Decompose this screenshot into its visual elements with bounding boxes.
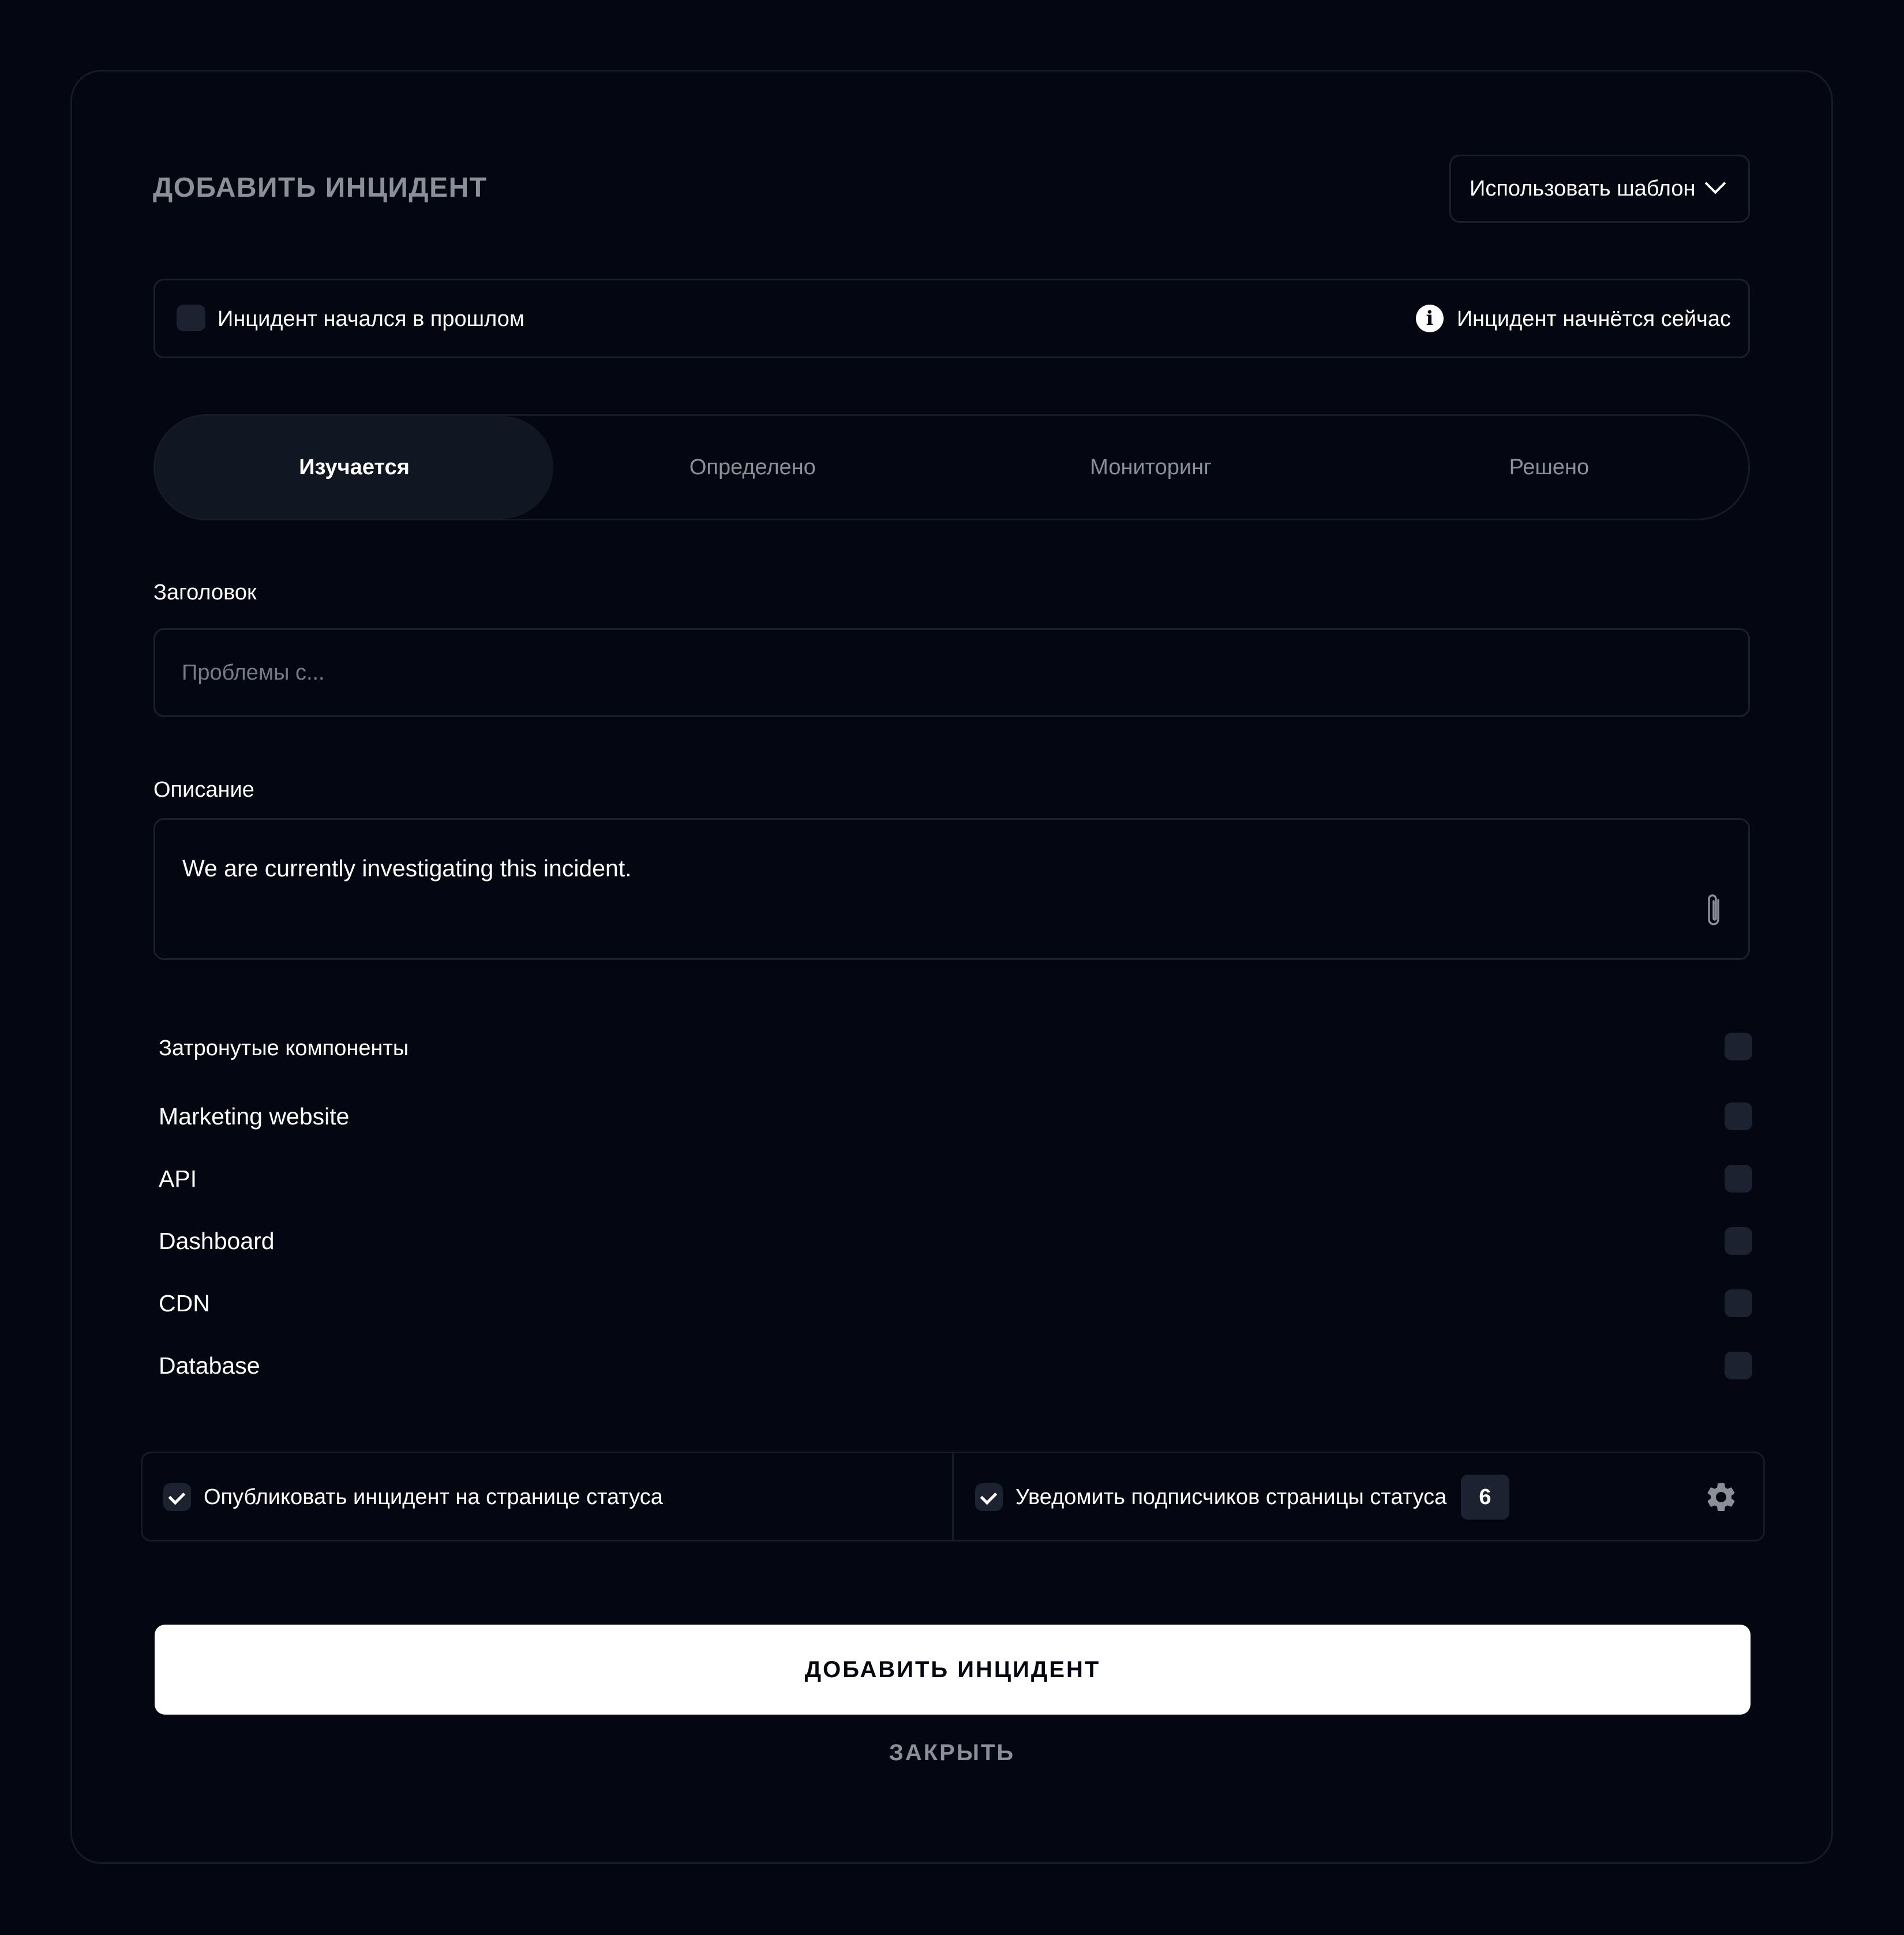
publish-on-status-page-checkbox[interactable]	[163, 1483, 191, 1511]
component-label: API	[159, 1165, 197, 1192]
component-label: Marketing website	[159, 1103, 350, 1130]
incident-started-in-past-label: Инцидент начался в прошлом	[218, 307, 524, 331]
tab-identified[interactable]: Определено	[553, 416, 951, 519]
description-text: We are currently investigating this inci…	[182, 855, 632, 882]
tab-monitoring[interactable]: Мониторинг	[952, 416, 1350, 519]
component-toggle[interactable]	[1725, 1289, 1752, 1317]
component-label: Dashboard	[159, 1228, 275, 1254]
chevron-down-icon	[1704, 172, 1726, 194]
notify-subscribers-checkbox[interactable]	[975, 1483, 1003, 1511]
affected-components-label: Затронутые компоненты	[159, 1036, 409, 1060]
paperclip-icon[interactable]	[1702, 892, 1725, 929]
add-incident-button[interactable]: ДОБАВИТЬ ИНЦИДЕНТ	[155, 1625, 1751, 1715]
use-template-label: Использовать шаблон	[1470, 176, 1696, 201]
description-field-label: Описание	[153, 778, 254, 802]
status-tabs: Изучается Определено Мониторинг Решено	[153, 414, 1750, 520]
tab-resolved[interactable]: Решено	[1350, 416, 1748, 519]
use-template-dropdown[interactable]: Использовать шаблон	[1449, 155, 1750, 223]
title-field-label: Заголовок	[153, 580, 257, 605]
title-input[interactable]	[153, 628, 1750, 717]
panel-divider	[952, 1452, 954, 1542]
info-icon: i	[1416, 305, 1444, 332]
component-label: Database	[159, 1352, 260, 1379]
description-textarea[interactable]	[153, 818, 1750, 960]
close-button[interactable]: ЗАКРЫТЬ	[837, 1735, 1067, 1770]
component-toggle[interactable]	[1725, 1352, 1752, 1379]
component-label: CDN	[159, 1290, 210, 1317]
component-toggle[interactable]	[1725, 1227, 1752, 1255]
component-toggle[interactable]	[1725, 1102, 1752, 1130]
tab-investigating[interactable]: Изучается	[155, 416, 554, 519]
modal-title: ДОБАВИТЬ ИНЦИДЕНТ	[153, 172, 488, 203]
affected-components-toggle[interactable]	[1725, 1033, 1752, 1060]
component-toggle[interactable]	[1725, 1165, 1752, 1192]
gear-icon[interactable]	[1704, 1480, 1738, 1514]
incident-starts-now-label: Инцидент начнётся сейчас	[1456, 307, 1731, 331]
incident-started-in-past-checkbox[interactable]	[177, 305, 205, 331]
subscribers-count-badge: 6	[1461, 1475, 1509, 1520]
publish-on-status-page-label: Опубликовать инцидент на странице статус…	[204, 1485, 663, 1509]
notify-subscribers-label: Уведомить подписчиков страницы статуса	[1015, 1485, 1447, 1509]
